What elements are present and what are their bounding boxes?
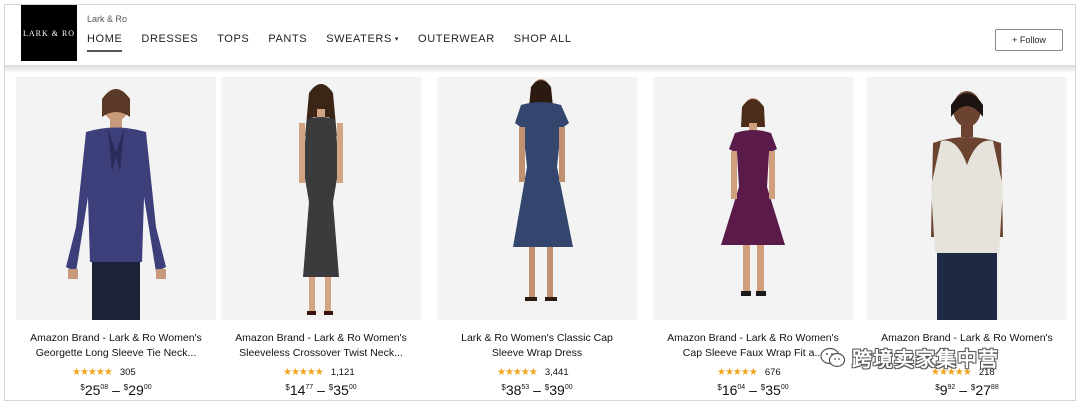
star-rating-icon: ★★★★★ <box>717 366 758 378</box>
product-rating[interactable]: ★★★★★ 676 <box>717 366 781 378</box>
nav-tops[interactable]: TOPS <box>217 33 249 52</box>
product-title[interactable]: Amazon Brand - Lark & Ro Women's Sleevel… <box>211 331 431 361</box>
product-card[interactable]: Lark & Ro Women's Classic Cap Sleeve Wra… <box>437 77 637 399</box>
wrap-dress-icon <box>513 79 573 301</box>
review-count[interactable]: 1,121 <box>331 367 355 378</box>
product-image[interactable] <box>653 77 853 320</box>
store-logo[interactable]: LARK & RO <box>21 5 77 61</box>
long-sleeve-blouse-icon <box>66 89 166 320</box>
sheath-dress-icon <box>299 84 343 315</box>
product-rating[interactable]: ★★★★★ 305 <box>72 366 136 378</box>
watermark: 跨境卖家集中营 <box>820 343 999 372</box>
product-card[interactable]: Amazon Brand - Lark & Ro Women's Sleevel… <box>221 77 421 399</box>
product-price: $3853 – $3900 <box>501 382 573 398</box>
product-image[interactable] <box>16 77 216 320</box>
watermark-text: 跨境卖家集中营 <box>852 349 999 371</box>
store-nav: HOME DRESSES TOPS PANTS SWEATERS ▾ OUTERW… <box>87 33 591 52</box>
nav-home[interactable]: HOME <box>87 33 123 52</box>
chevron-down-icon: ▾ <box>394 36 400 43</box>
fit-and-flare-dress-icon <box>721 98 785 296</box>
follow-button[interactable]: + Follow <box>995 29 1063 51</box>
product-title[interactable]: Lark & Ro Women's Classic Cap Sleeve Wra… <box>427 331 647 361</box>
wechat-icon <box>820 347 846 367</box>
product-card[interactable]: Amazon Brand - Lark & Ro Women's Georget… <box>16 77 216 399</box>
star-rating-icon: ★★★★★ <box>497 366 538 378</box>
nav-dresses[interactable]: DRESSES <box>141 33 198 52</box>
store-name[interactable]: Lark & Ro <box>87 14 127 24</box>
nav-sweaters[interactable]: SWEATERS ▾ <box>326 33 399 52</box>
product-title[interactable]: Amazon Brand - Lark & Ro Women's Georget… <box>6 331 226 361</box>
review-count[interactable]: 3,441 <box>545 367 569 378</box>
product-image[interactable] <box>221 77 421 320</box>
sleeveless-top-icon <box>931 91 1003 320</box>
header-shadow <box>5 65 1075 73</box>
store-header: LARK & RO Lark & Ro HOME DRESSES TOPS PA… <box>5 5 1075 65</box>
store-page: LARK & RO Lark & Ro HOME DRESSES TOPS PA… <box>4 4 1076 401</box>
product-price: $992 – $2788 <box>935 382 999 398</box>
product-rating[interactable]: ★★★★★ 3,441 <box>497 366 569 378</box>
nav-shop-all[interactable]: SHOP ALL <box>514 33 572 52</box>
nav-outerwear[interactable]: OUTERWEAR <box>418 33 495 52</box>
product-price: $1604 – $3500 <box>717 382 789 398</box>
nav-pants[interactable]: PANTS <box>268 33 307 52</box>
product-price: $1477 – $3500 <box>285 382 357 398</box>
star-rating-icon: ★★★★★ <box>283 366 324 378</box>
review-count[interactable]: 676 <box>765 367 781 378</box>
star-rating-icon: ★★★★★ <box>72 366 113 378</box>
product-price: $2508 – $2900 <box>80 382 152 398</box>
product-image[interactable] <box>437 77 637 320</box>
product-rating[interactable]: ★★★★★ 1,121 <box>283 366 355 378</box>
product-image[interactable] <box>867 77 1067 320</box>
review-count[interactable]: 305 <box>120 367 136 378</box>
